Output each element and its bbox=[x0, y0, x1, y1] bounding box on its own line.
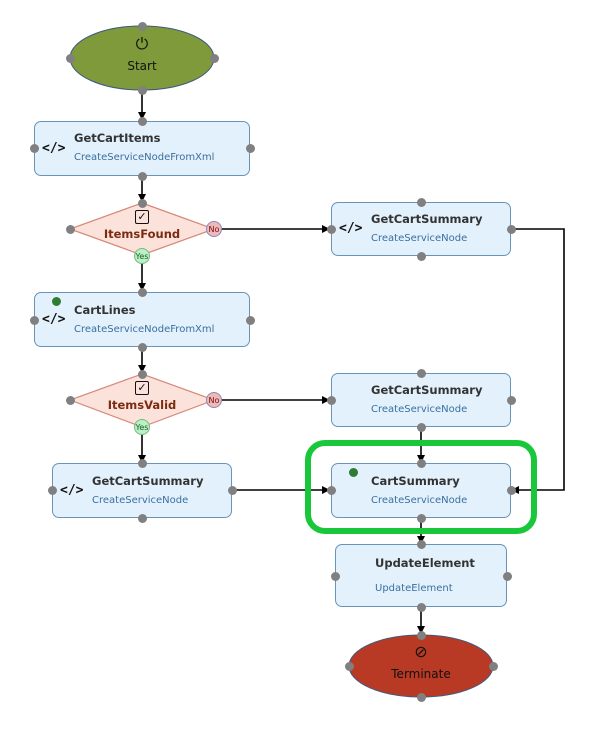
port[interactable] bbox=[227, 485, 237, 495]
port[interactable] bbox=[245, 315, 255, 325]
port[interactable] bbox=[416, 458, 426, 468]
port[interactable] bbox=[245, 143, 255, 153]
node-title: UpdateElement bbox=[375, 556, 475, 570]
node-subtitle: CreateServiceNode bbox=[92, 495, 189, 506]
port[interactable] bbox=[29, 315, 39, 325]
node-cartlines[interactable]: </> CartLines CreateServiceNodeFromXml bbox=[34, 292, 250, 347]
node-subtitle: CreateServiceNodeFromXml bbox=[74, 152, 215, 163]
port[interactable] bbox=[47, 485, 57, 495]
port[interactable] bbox=[29, 143, 39, 153]
prohibited-icon: ⊘ bbox=[414, 642, 428, 661]
port[interactable] bbox=[506, 395, 516, 405]
port[interactable] bbox=[416, 368, 426, 378]
port[interactable] bbox=[488, 661, 498, 671]
code-icon: </> bbox=[42, 312, 66, 327]
node-title: CartSummary bbox=[371, 474, 460, 488]
port[interactable] bbox=[137, 458, 147, 468]
port[interactable] bbox=[137, 21, 147, 31]
port[interactable] bbox=[506, 224, 516, 234]
port[interactable] bbox=[416, 692, 426, 702]
port[interactable] bbox=[416, 602, 426, 612]
port[interactable] bbox=[416, 513, 426, 523]
node-subtitle: CreateServiceNode bbox=[371, 233, 468, 244]
node-getcartsummary-top-right[interactable]: </> GetCartSummary CreateServiceNode bbox=[331, 202, 511, 256]
status-dot bbox=[52, 297, 61, 306]
node-title: CartLines bbox=[74, 303, 136, 317]
node-subtitle: CreateServiceNodeFromXml bbox=[74, 324, 215, 335]
port[interactable] bbox=[502, 571, 512, 581]
node-getcartitems[interactable]: </> GetCartItems CreateServiceNodeFromXm… bbox=[34, 121, 250, 176]
port[interactable] bbox=[137, 198, 147, 208]
start-label: Start bbox=[127, 59, 157, 73]
node-getcartsummary-left[interactable]: </> GetCartSummary CreateServiceNode bbox=[52, 463, 232, 518]
node-getcartsummary-mid-right[interactable]: GetCartSummary CreateServiceNode bbox=[331, 373, 511, 427]
port[interactable] bbox=[65, 224, 75, 234]
node-subtitle: CreateServiceNode bbox=[371, 495, 468, 506]
decision-label: ItemsValid bbox=[107, 398, 177, 412]
connector-layer bbox=[68, 25, 565, 698]
node-subtitle: UpdateElement bbox=[375, 583, 453, 594]
port[interactable] bbox=[506, 485, 516, 495]
code-icon: </> bbox=[339, 221, 363, 236]
yes-badge[interactable]: Yes bbox=[134, 248, 150, 264]
checkbox-icon: ✓ bbox=[135, 210, 149, 224]
yes-badge[interactable]: Yes bbox=[134, 419, 150, 435]
node-updateelement[interactable]: UpdateElement UpdateElement bbox=[335, 544, 507, 607]
code-icon: </> bbox=[42, 141, 66, 156]
port[interactable] bbox=[326, 224, 336, 234]
node-cartsummary[interactable]: CartSummary CreateServiceNode bbox=[331, 463, 511, 518]
node-title: GetCartSummary bbox=[92, 474, 204, 488]
no-badge[interactable]: No bbox=[206, 221, 222, 237]
port[interactable] bbox=[416, 630, 426, 640]
port[interactable] bbox=[137, 171, 147, 181]
node-title: GetCartItems bbox=[74, 131, 161, 145]
port[interactable] bbox=[416, 422, 426, 432]
port[interactable] bbox=[137, 287, 147, 297]
port[interactable] bbox=[137, 369, 147, 379]
port[interactable] bbox=[137, 342, 147, 352]
node-title: GetCartSummary bbox=[371, 383, 483, 397]
port[interactable] bbox=[137, 513, 147, 523]
port[interactable] bbox=[326, 485, 336, 495]
port[interactable] bbox=[65, 53, 75, 63]
node-title: GetCartSummary bbox=[371, 212, 483, 226]
port[interactable] bbox=[416, 197, 426, 207]
port[interactable] bbox=[330, 571, 340, 581]
port[interactable] bbox=[344, 661, 354, 671]
port[interactable] bbox=[416, 539, 426, 549]
status-dot bbox=[349, 468, 358, 477]
node-subtitle: CreateServiceNode bbox=[371, 404, 468, 415]
port[interactable] bbox=[209, 53, 219, 63]
code-icon: </> bbox=[60, 483, 84, 498]
port[interactable] bbox=[137, 116, 147, 126]
power-icon: ⏻ bbox=[135, 34, 149, 53]
port[interactable] bbox=[65, 395, 75, 405]
terminate-label: Terminate bbox=[391, 667, 451, 681]
port[interactable] bbox=[416, 251, 426, 261]
checkbox-icon: ✓ bbox=[135, 381, 149, 395]
port[interactable] bbox=[137, 85, 147, 95]
no-badge[interactable]: No bbox=[206, 392, 222, 408]
decision-label: ItemsFound bbox=[103, 227, 181, 241]
port[interactable] bbox=[326, 395, 336, 405]
